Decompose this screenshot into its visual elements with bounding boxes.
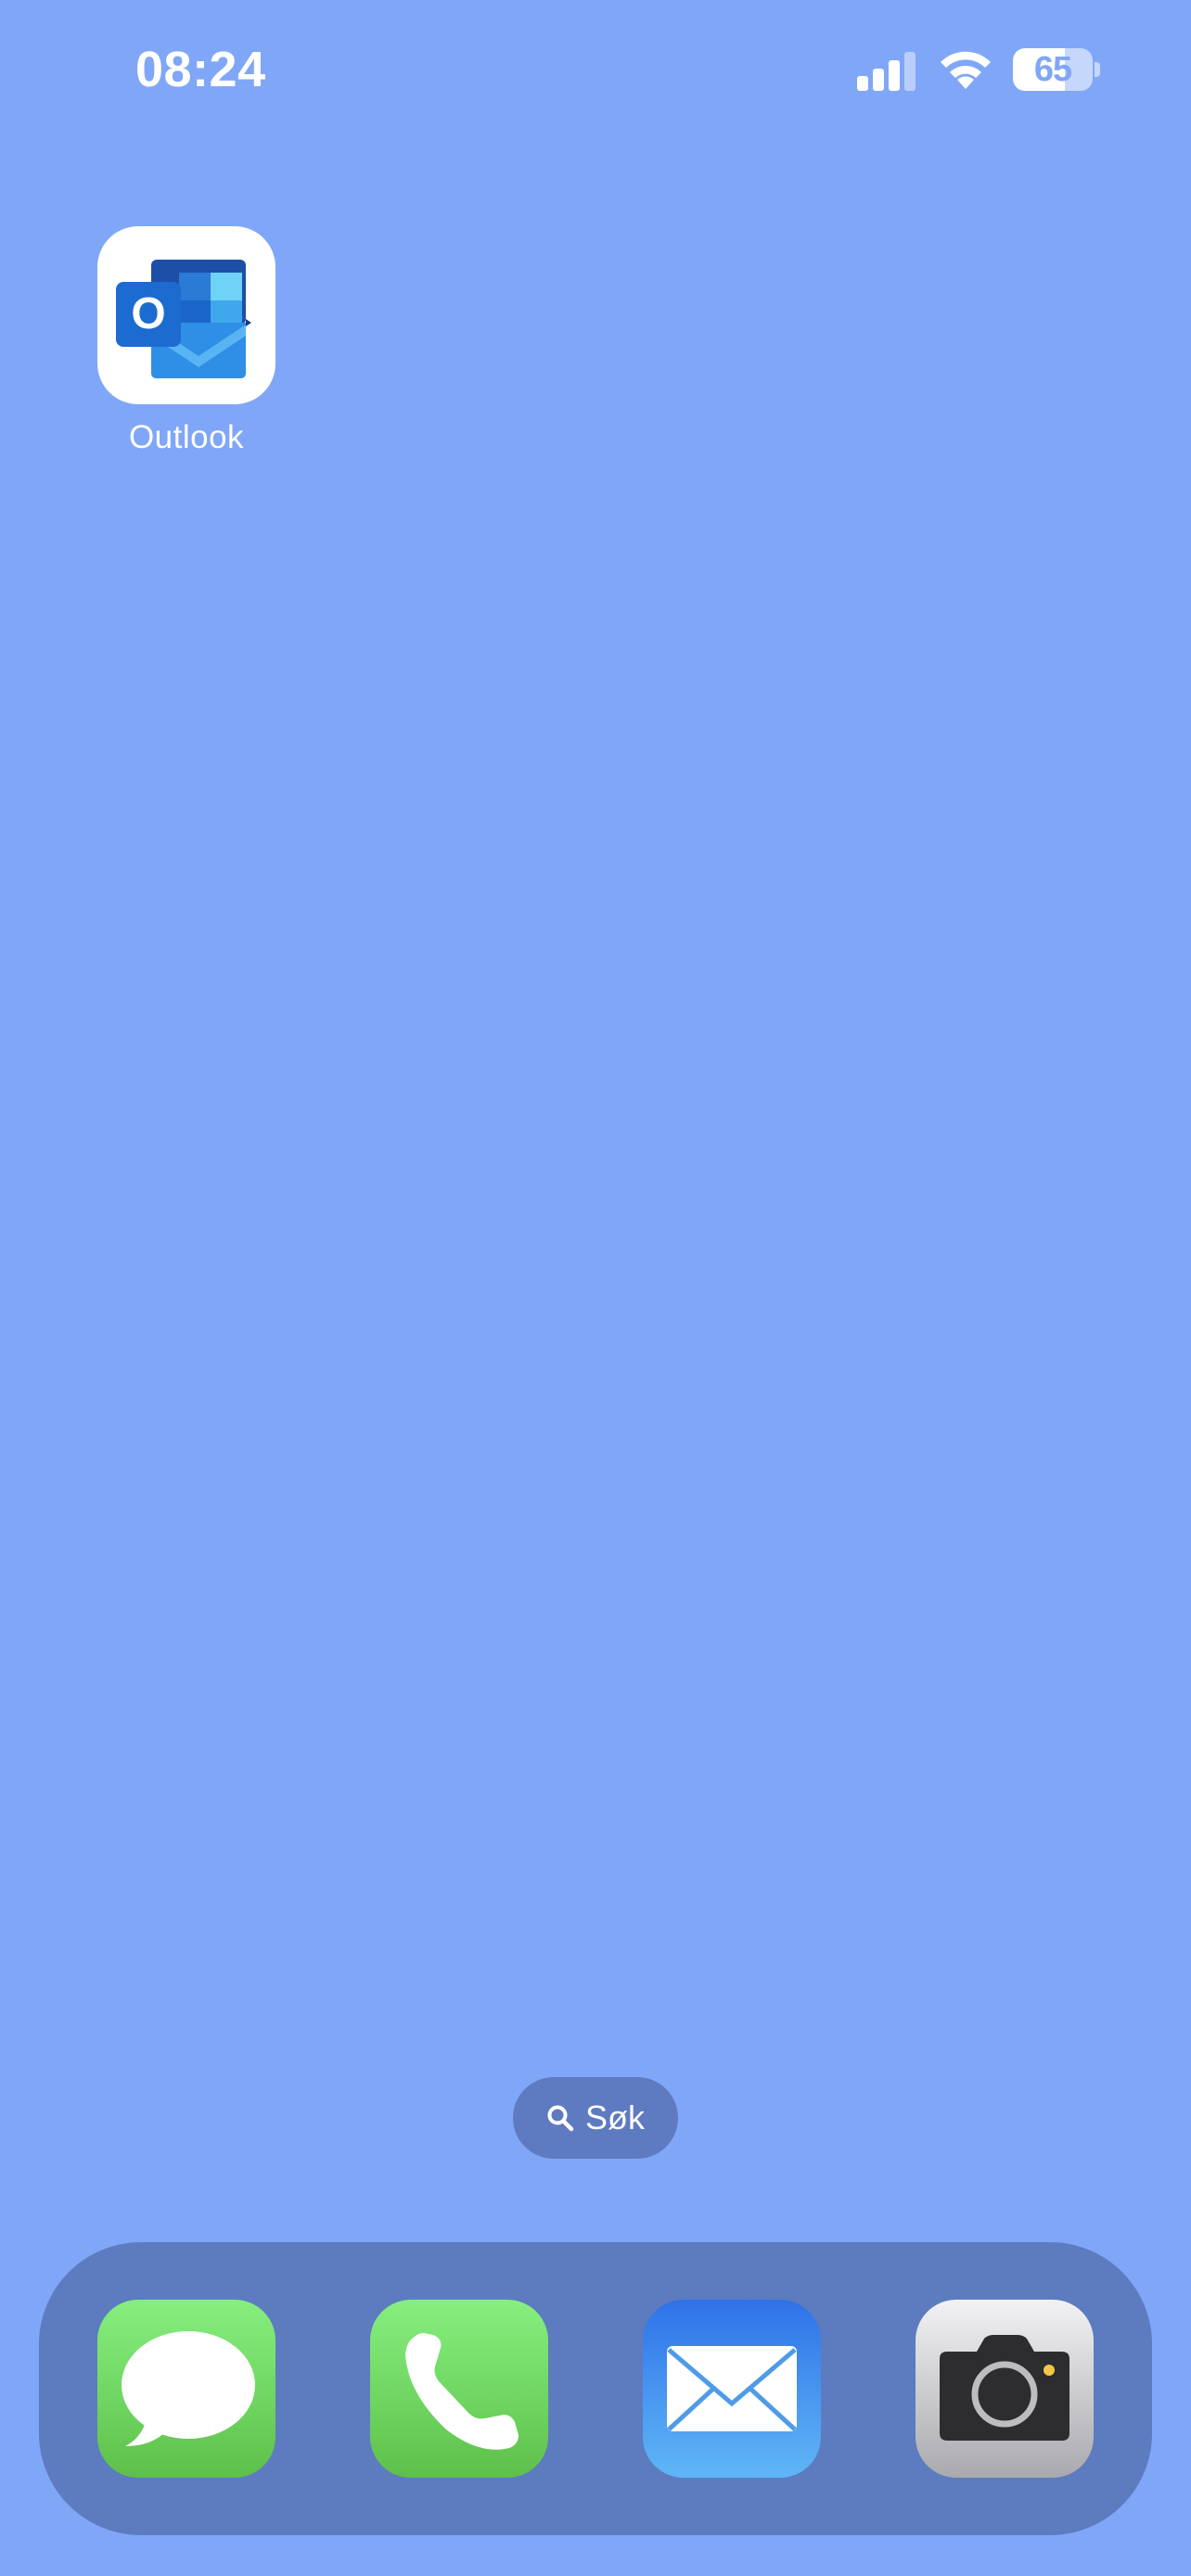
app-label-outlook: Outlook: [128, 419, 245, 455]
svg-text:O: O: [131, 289, 165, 338]
mail-app-icon[interactable]: [643, 2300, 821, 2478]
camera-icon: [940, 2335, 1069, 2441]
search-button[interactable]: Søk: [513, 2077, 678, 2159]
outlook-icon[interactable]: O: [97, 226, 275, 404]
dock: [39, 2242, 1152, 2535]
battery-indicator: 65: [1013, 48, 1102, 91]
phone-icon: [405, 2333, 519, 2450]
app-outlook[interactable]: O Outlook: [89, 226, 284, 458]
cellular-signal-icon: [857, 52, 916, 91]
messages-icon: [122, 2331, 255, 2446]
mail-icon: [667, 2346, 797, 2431]
search-icon: [547, 2105, 574, 2132]
camera-app-icon[interactable]: [916, 2300, 1094, 2478]
battery-level: 65: [1033, 50, 1072, 89]
status-time: 08:24: [135, 42, 266, 97]
search-label: Søk: [584, 2098, 645, 2136]
wifi-icon: [941, 51, 991, 89]
messages-app-icon[interactable]: [97, 2300, 275, 2478]
phone-app-icon[interactable]: [370, 2300, 548, 2478]
